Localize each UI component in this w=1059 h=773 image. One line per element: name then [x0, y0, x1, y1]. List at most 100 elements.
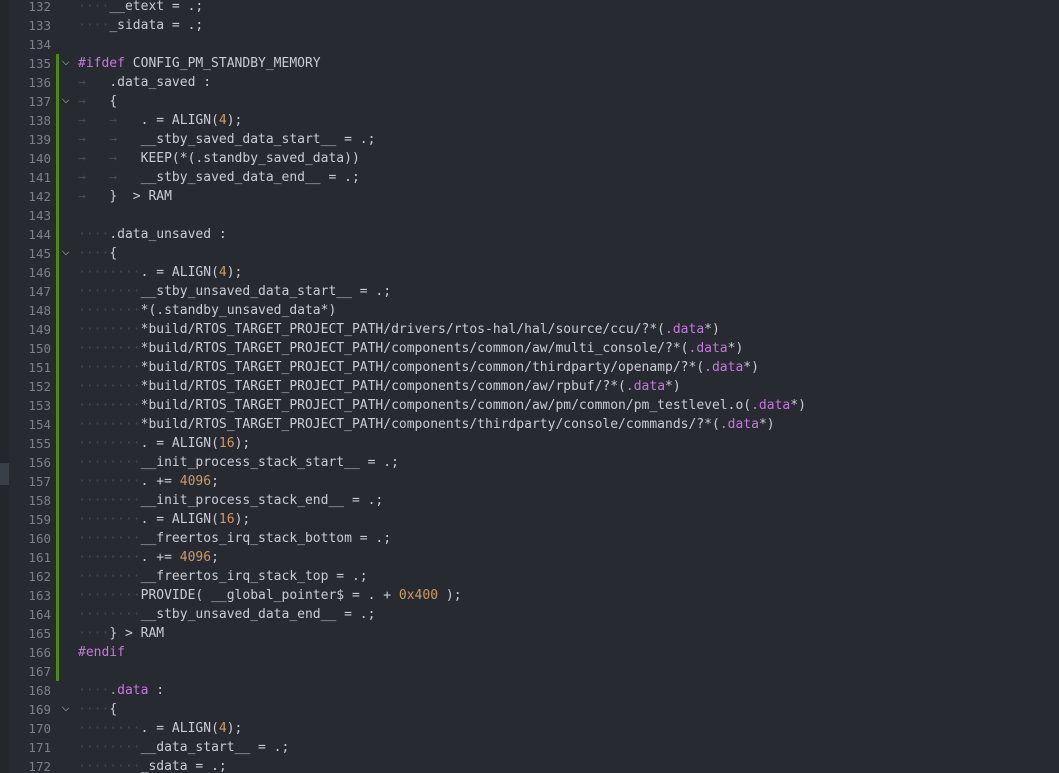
code-line[interactable]: 148 ········*(.standby_unsaved_data*)	[0, 301, 1059, 320]
code-line[interactable]: 138 → → . = ALIGN(4);	[0, 111, 1059, 130]
line-number: 164	[28, 607, 51, 622]
code-token: __stby_unsaved_data_start__ = .;	[140, 284, 392, 299]
line-number: 138	[28, 113, 51, 128]
line-number: 168	[28, 683, 51, 698]
code-line[interactable]: 133 ····_sidata = .;	[0, 16, 1059, 35]
line-number: 160	[28, 531, 51, 546]
code-line[interactable]: 136 → .data_saved :	[0, 73, 1059, 92]
code-text: → → __stby_saved_data_start__ = .;	[78, 130, 375, 149]
code-token: *build/RTOS_TARGET_PROJECT_PATH/componen…	[140, 398, 752, 413]
code-token: :	[195, 75, 212, 90]
line-number: 147	[28, 284, 51, 299]
modified-lines-bar	[56, 529, 59, 548]
code-line[interactable]: 166 #endif	[0, 643, 1059, 662]
code-line[interactable]: 141 → → __stby_saved_data_end__ = .;	[0, 168, 1059, 187]
code-line[interactable]: 169 ····{	[0, 700, 1059, 719]
code-line[interactable]: 135 #ifdef CONFIG_PM_STANDBY_MEMORY	[0, 54, 1059, 73]
modified-lines-bar	[56, 510, 59, 529]
whitespace-markers: ········	[78, 284, 141, 299]
code-line[interactable]: 156 ········__init_process_stack_start__ …	[0, 453, 1059, 472]
code-line[interactable]: 153 ········*build/RTOS_TARGET_PROJECT_PA…	[0, 396, 1059, 415]
code-token: 16	[218, 512, 235, 527]
code-token: 4	[218, 721, 227, 736]
code-line[interactable]: 155 ········. = ALIGN(16);	[0, 434, 1059, 453]
code-line[interactable]: 158 ········__init_process_stack_end__ = …	[0, 491, 1059, 510]
code-token: __stby_saved_data_end__ = .;	[140, 170, 360, 185]
fold-chevron-icon[interactable]	[61, 703, 70, 712]
code-line[interactable]: 149 ········*build/RTOS_TARGET_PROJECT_PA…	[0, 320, 1059, 339]
code-line[interactable]: 147 ········__stby_unsaved_data_start__ =…	[0, 282, 1059, 301]
whitespace-markers: ········	[78, 417, 141, 432]
code-editor[interactable]: 132 ····__etext = .; 133 ····_sidata = .; 13…	[0, 0, 1059, 773]
code-token: );	[226, 721, 243, 736]
line-number: 132	[28, 0, 51, 14]
line-number: 136	[28, 75, 51, 90]
code-text: #endif	[78, 643, 125, 662]
code-token: 16	[218, 436, 235, 451]
code-text: ····.data_unsaved :	[78, 225, 227, 244]
code-token: _sdata = .;	[140, 759, 227, 773]
whitespace-markers: ········	[78, 588, 141, 603]
fold-chevron-icon[interactable]	[61, 247, 70, 256]
whitespace-markers: ········	[78, 550, 141, 565]
code-line[interactable]: 143	[0, 206, 1059, 225]
code-line[interactable]: 172 ········_sdata = .;	[0, 757, 1059, 773]
line-number: 170	[28, 721, 51, 736]
code-text: ····{	[78, 700, 117, 719]
code-text: ········PROVIDE( __global_pointer$ = . +…	[78, 586, 462, 605]
code-line[interactable]: 164 ········__stby_unsaved_data_end__ = .…	[0, 605, 1059, 624]
code-text: ········__init_process_stack_start__ = .…	[78, 453, 399, 472]
line-number: 142	[28, 189, 51, 204]
whitespace-markers: ········	[78, 740, 141, 755]
code-line[interactable]: 150 ········*build/RTOS_TARGET_PROJECT_PA…	[0, 339, 1059, 358]
code-text: ········__stby_unsaved_data_end__ = .;	[78, 605, 375, 624]
modified-lines-bar	[56, 358, 59, 377]
code-line[interactable]: 146 ········. = ALIGN(4);	[0, 263, 1059, 282]
fold-chevron-icon[interactable]	[61, 95, 70, 104]
code-line[interactable]: 168 ····.data :	[0, 681, 1059, 700]
code-line[interactable]: 167	[0, 662, 1059, 681]
whitespace-markers: →	[78, 75, 110, 90]
code-line[interactable]: 163 ········PROVIDE( __global_pointer$ = …	[0, 586, 1059, 605]
line-number: 139	[28, 132, 51, 147]
code-token: KEEP(*(.standby_saved_data))	[140, 151, 360, 166]
code-text: → → . = ALIGN(4);	[78, 111, 242, 130]
code-line[interactable]: 165 ····} > RAM	[0, 624, 1059, 643]
code-line[interactable]: 144 ····.data_unsaved :	[0, 225, 1059, 244]
code-token: 4096	[179, 550, 212, 565]
modified-lines-bar	[56, 377, 59, 396]
code-line[interactable]: 142 → } > RAM	[0, 187, 1059, 206]
code-line[interactable]: 171 ········__data_start__ = .;	[0, 738, 1059, 757]
code-token: __etext	[109, 0, 165, 14]
line-number: 143	[28, 208, 51, 223]
code-line[interactable]: 145 ····{	[0, 244, 1059, 263]
modified-lines-bar	[56, 282, 59, 301]
code-line[interactable]: 152 ········*build/RTOS_TARGET_PROJECT_PA…	[0, 377, 1059, 396]
code-text: ········__init_process_stack_end__ = .;	[78, 491, 383, 510]
code-line[interactable]: 161 ········. += 4096;	[0, 548, 1059, 567]
code-token: .data_unsaved :	[109, 227, 227, 242]
code-line[interactable]: 157 ········. += 4096;	[0, 472, 1059, 491]
code-line[interactable]: 151 ········*build/RTOS_TARGET_PROJECT_PA…	[0, 358, 1059, 377]
line-number: 159	[28, 512, 51, 527]
code-line[interactable]: 159 ········. = ALIGN(16);	[0, 510, 1059, 529]
line-number: 154	[28, 417, 51, 432]
code-line[interactable]: 170 ········. = ALIGN(4);	[0, 719, 1059, 738]
whitespace-markers: ····	[78, 683, 110, 698]
code-line[interactable]: 154 ········*build/RTOS_TARGET_PROJECT_PA…	[0, 415, 1059, 434]
code-line[interactable]: 134	[0, 35, 1059, 54]
code-text: ····.data :	[78, 681, 164, 700]
fold-chevron-icon[interactable]	[61, 57, 70, 66]
code-line[interactable]: 140 → → KEEP(*(.standby_saved_data))	[0, 149, 1059, 168]
code-token: . = ALIGN(	[140, 721, 219, 736]
code-token: 4	[218, 265, 227, 280]
modified-lines-bar	[56, 168, 59, 187]
code-line[interactable]: 139 → → __stby_saved_data_start__ = .;	[0, 130, 1059, 149]
modified-lines-bar	[56, 643, 59, 662]
modified-lines-bar	[56, 548, 59, 567]
code-line[interactable]: 160 ········__freertos_irq_stack_bottom =…	[0, 529, 1059, 548]
code-line[interactable]: 137 → {	[0, 92, 1059, 111]
modified-lines-bar	[56, 54, 59, 73]
code-line[interactable]: 162 ········__freertos_irq_stack_top = .;	[0, 567, 1059, 586]
code-line[interactable]: 132 ····__etext = .;	[0, 0, 1059, 16]
